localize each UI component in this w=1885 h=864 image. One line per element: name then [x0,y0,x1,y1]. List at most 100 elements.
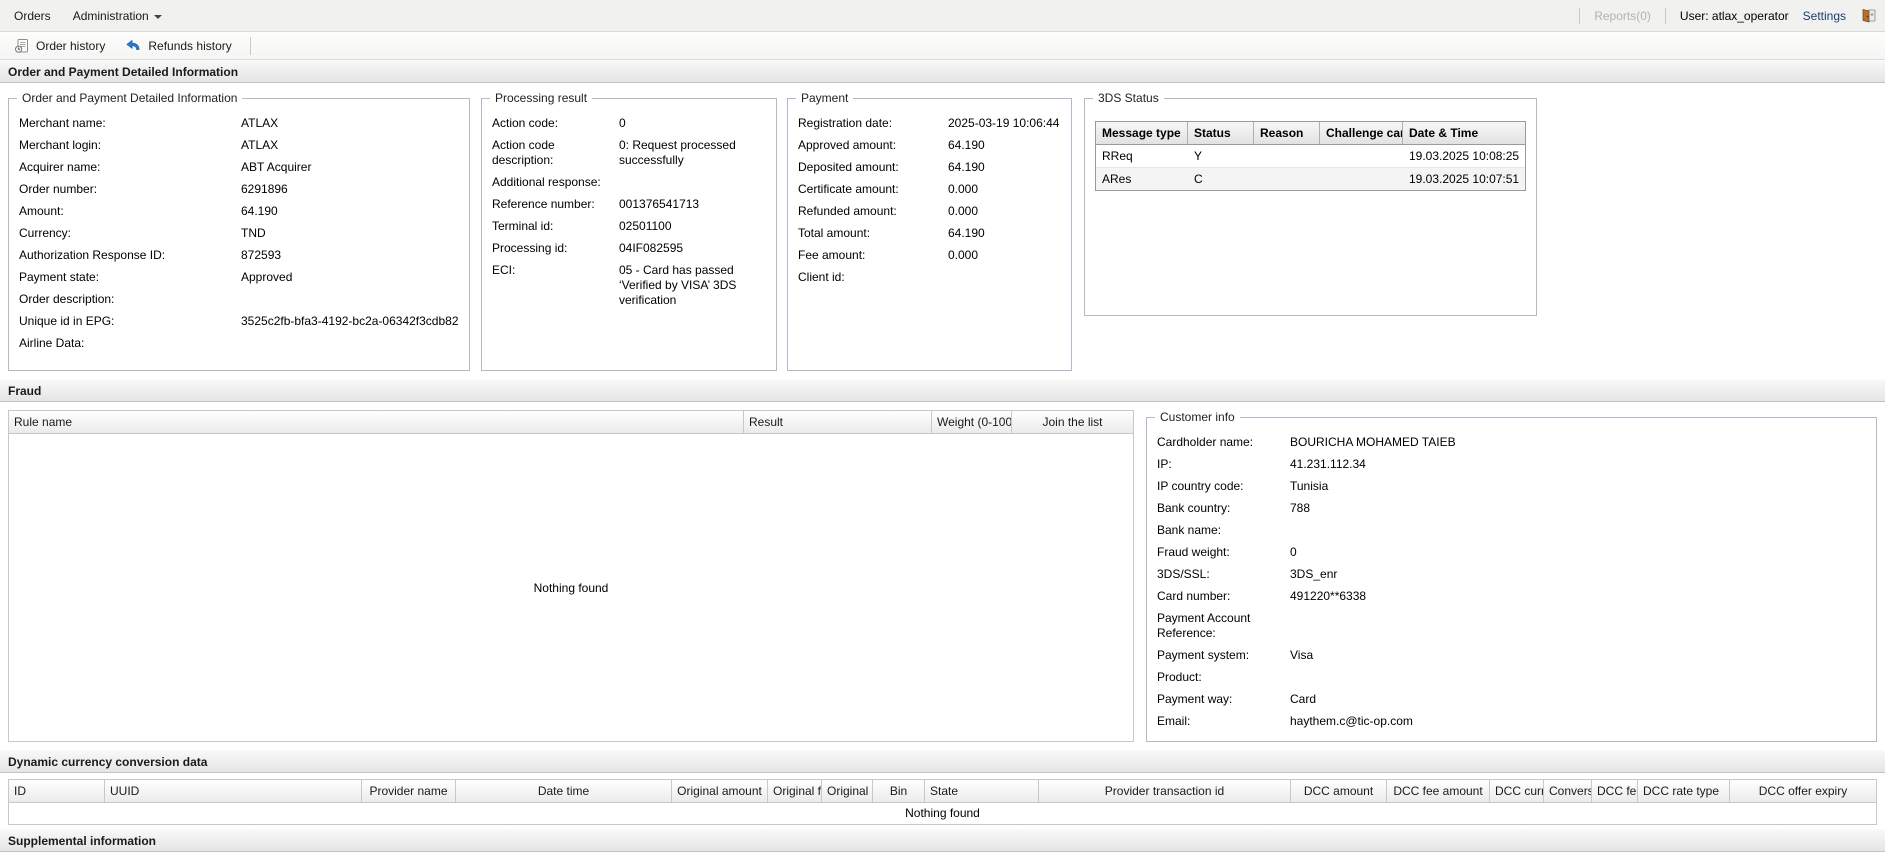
fraud-rules-table: Rule name Result Weight (0-100) Join the… [8,410,1134,742]
field-label: Action code description: [492,138,555,167]
column-header[interactable]: Join the list [1012,411,1133,433]
field-label: Payment system: [1157,648,1250,662]
field-label: Authorization Response ID: [19,248,166,262]
menu-reports: Reports(0) [1594,8,1651,23]
order-history-icon [15,38,28,53]
column-header[interactable]: DCC offer expiry [1730,780,1876,802]
column-header[interactable]: Provider name [362,780,456,802]
column-header[interactable]: UUID [105,780,362,802]
field-label: Action code: [492,116,559,130]
column-header[interactable]: DCC fee amount [1387,780,1490,802]
field-label: 3DS/SSL: [1157,567,1210,581]
field-row: Action code: 0 [482,113,776,135]
table-cell [1320,145,1403,167]
field-value [1290,670,1868,685]
column-header[interactable]: State [925,780,1039,802]
menu-administration[interactable]: Administration [73,9,162,23]
application-window: Orders Administration Reports(0) User: a… [0,0,1885,864]
field-row: Airline Data: [9,333,469,355]
column-header[interactable]: DCC fee [1592,780,1638,802]
field-value: 872593 [241,248,282,262]
user-label: User: atlax_operator [1679,8,1789,23]
field-value: BOURICHA MOHAMED TAIEB [1290,435,1456,449]
field-label: Product: [1157,670,1202,684]
field-value: ATLAX [241,138,279,152]
column-header[interactable]: DCC curr [1490,780,1544,802]
table-row[interactable]: ARes C 19.03.2025 10:07:51 [1096,168,1526,190]
table-cell [1254,145,1320,167]
column-header[interactable]: Provider transaction id [1039,780,1291,802]
column-header[interactable]: Bin [873,780,925,802]
field-label: ECI: [492,263,516,277]
menu-settings[interactable]: Settings [1803,9,1846,23]
table-cell [1254,168,1320,190]
column-header[interactable]: Reason [1254,122,1320,144]
field-row: Total amount: 64.190 [788,223,1071,245]
threeds-status-legend: 3DS Status [1098,91,1159,105]
field-label: Payment state: [19,270,100,284]
field-row: Payment Account Reference: [1147,608,1876,645]
column-header[interactable]: Date time [456,780,672,802]
customer-info-fieldset: Customer info Cardholder name: BOURICHA M… [1146,410,1877,742]
supplemental-section-header: Supplemental information [0,829,1885,852]
column-header[interactable]: Conversi [1544,780,1592,802]
order-info-legend: Order and Payment Detailed Information [22,91,238,105]
field-value: 41.231.112.34 [1290,457,1366,471]
column-header[interactable]: Date & Time [1403,122,1525,144]
refunds-history-button[interactable]: Refunds history [117,35,239,57]
table-cell: C [1194,172,1203,186]
chevron-down-icon [153,14,162,19]
divider [249,36,251,55]
table-row[interactable]: RReq Y 19.03.2025 10:08:25 [1096,145,1526,168]
customer-info-legend: Customer info [1160,410,1235,424]
field-label: IP: [1157,457,1172,471]
field-row: Acquirer name: ABT Acquirer [9,157,469,179]
field-value: Approved [241,270,293,284]
field-value: 64.190 [948,226,985,240]
field-label: Amount: [19,204,64,218]
column-header[interactable]: DCC rate type [1638,780,1730,802]
field-label: Payment Account Reference: [1157,611,1251,640]
menu-administration-label: Administration [72,8,149,23]
field-value [241,336,461,351]
column-header[interactable]: Original f [768,780,822,802]
field-row: Processing id: 04IF082595 [482,238,776,260]
column-header[interactable]: Original amount [672,780,768,802]
field-value: 0: Request processed successfully [619,138,736,167]
field-label: Cardholder name: [1157,435,1254,449]
menu-orders[interactable]: Orders [14,9,51,23]
column-header[interactable]: Challenge cancel [1320,122,1403,144]
detail-panels: Order and Payment Detailed Information M… [0,83,1885,379]
field-row: Merchant login: ATLAX [9,135,469,157]
field-value: ATLAX [241,116,279,130]
column-header[interactable]: Rule name [9,411,744,433]
field-value: 64.190 [948,138,985,152]
field-value: 3525c2fb-bfa3-4192-bc2a-06342f3cdb82 [241,314,459,328]
field-value: haythem.c@tic-op.com [1290,714,1413,728]
field-row: Bank country: 788 [1147,498,1876,520]
divider [1579,7,1581,24]
field-label: Certificate amount: [798,182,899,196]
divider [1664,7,1666,24]
field-value [948,270,1063,285]
column-header[interactable]: Weight (0-100) [932,411,1012,433]
column-header[interactable]: DCC amount [1291,780,1387,802]
field-label: Acquirer name: [19,160,101,174]
column-header[interactable]: Result [744,411,932,433]
empty-table-message: Nothing found [8,803,1877,825]
field-row: Terminal id: 02501100 [482,216,776,238]
logout-button[interactable] [1860,7,1877,24]
order-history-button[interactable]: Order history [6,35,113,57]
column-header[interactable]: Status [1188,122,1254,144]
column-header[interactable]: ID [9,780,105,802]
processing-result-legend: Processing result [495,91,588,105]
field-row: Order description: [9,289,469,311]
field-label: Fraud weight: [1157,545,1230,559]
field-row: Unique id in EPG: 3525c2fb-bfa3-4192-bc2a… [9,311,469,333]
table-header-row: Message type Status Reason Challenge can… [1096,122,1526,145]
column-header[interactable]: Message type [1096,122,1188,144]
column-header[interactable]: Original c [822,780,873,802]
field-value: 0.000 [948,182,979,196]
field-row: IP country code: Tunisia [1147,476,1876,498]
field-row: Order number: 6291896 [9,179,469,201]
